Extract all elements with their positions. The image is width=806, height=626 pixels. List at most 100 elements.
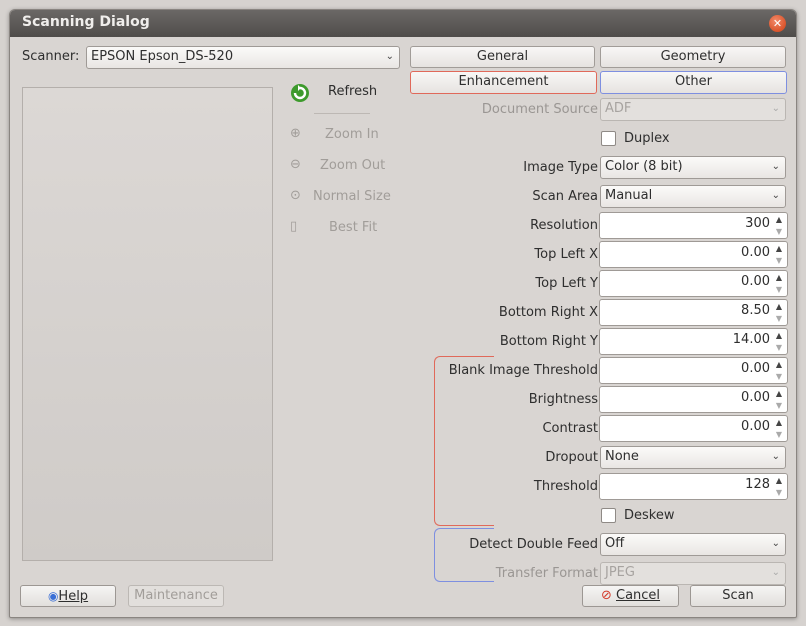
help-icon: ◉ xyxy=(47,589,59,603)
duplex-label: Duplex xyxy=(624,131,670,146)
bottom-right-y-spinner[interactable]: 14.00 ▲ ▼ xyxy=(599,328,788,355)
chevron-down-icon: ⌄ xyxy=(771,190,780,201)
brightness-value: 0.00 xyxy=(741,390,770,405)
bottom-right-x-label: Bottom Right X xyxy=(498,305,598,320)
contrast-value: 0.00 xyxy=(741,419,770,434)
tab-general[interactable]: General xyxy=(410,46,595,68)
resolution-spinner[interactable]: 300 ▲ ▼ xyxy=(599,212,788,239)
threshold-label: Threshold xyxy=(533,479,598,494)
blank-threshold-value: 0.00 xyxy=(741,361,770,376)
top-left-y-value: 0.00 xyxy=(741,274,770,289)
threshold-value: 128 xyxy=(745,477,770,492)
top-left-x-spinner[interactable]: 0.00 ▲ ▼ xyxy=(599,241,788,268)
scan-button[interactable]: Scan xyxy=(690,585,786,607)
detect-double-feed-select[interactable]: Off ⌄ xyxy=(600,533,786,556)
bottom-right-y-label: Bottom Right Y xyxy=(499,334,598,349)
threshold-spinner[interactable]: 128 ▲ ▼ xyxy=(599,473,788,500)
scan-area-label: Scan Area xyxy=(532,189,598,204)
chevron-up-icon[interactable]: ▲ xyxy=(774,273,784,283)
chevron-down-icon[interactable]: ▼ xyxy=(774,372,784,382)
enhancement-group-bracket xyxy=(434,356,494,526)
bottom-right-x-value: 8.50 xyxy=(741,303,770,318)
zoom-out-button[interactable]: Zoom Out xyxy=(320,158,385,173)
detect-double-feed-value: Off xyxy=(605,536,625,551)
image-type-select[interactable]: Color (8 bit) ⌄ xyxy=(600,156,786,179)
chevron-down-icon[interactable]: ▼ xyxy=(774,343,784,353)
chevron-down-icon: ⌄ xyxy=(385,51,394,62)
document-source-label: Document Source xyxy=(481,102,598,117)
chevron-up-icon[interactable]: ▲ xyxy=(774,244,784,254)
normal-size-icon: ⊙ xyxy=(290,188,301,203)
chevron-up-icon[interactable]: ▲ xyxy=(774,302,784,312)
scan-area-select[interactable]: Manual ⌄ xyxy=(600,185,786,208)
zoom-in-button[interactable]: Zoom In xyxy=(325,127,379,142)
image-type-value: Color (8 bit) xyxy=(605,159,683,174)
top-left-y-label: Top Left Y xyxy=(535,276,598,291)
deskew-label: Deskew xyxy=(624,508,675,523)
chevron-up-icon[interactable]: ▲ xyxy=(774,331,784,341)
chevron-down-icon[interactable]: ▼ xyxy=(774,227,784,237)
chevron-down-icon[interactable]: ▼ xyxy=(774,488,784,498)
chevron-up-icon[interactable]: ▲ xyxy=(774,215,784,225)
document-source-value: ADF xyxy=(605,101,632,116)
chevron-down-icon: ⌄ xyxy=(771,538,780,549)
chevron-up-icon[interactable]: ▲ xyxy=(774,360,784,370)
help-button[interactable]: ◉Help xyxy=(20,585,116,607)
document-source-select[interactable]: ADF ⌄ xyxy=(600,98,786,121)
chevron-down-icon[interactable]: ▼ xyxy=(774,285,784,295)
dropout-value: None xyxy=(605,449,639,464)
blank-threshold-spinner[interactable]: 0.00 ▲ ▼ xyxy=(599,357,788,384)
tab-geometry[interactable]: Geometry xyxy=(600,46,786,68)
contrast-label: Contrast xyxy=(542,421,598,436)
chevron-down-icon[interactable]: ▼ xyxy=(774,401,784,411)
zoom-in-icon: ⊕ xyxy=(290,126,301,141)
cancel-button[interactable]: ⊘ Cancel xyxy=(582,585,679,607)
dropout-select[interactable]: None ⌄ xyxy=(600,446,786,469)
contrast-spinner[interactable]: 0.00 ▲ ▼ xyxy=(599,415,788,442)
chevron-down-icon[interactable]: ▼ xyxy=(774,256,784,266)
best-fit-icon: ▯ xyxy=(290,219,298,234)
preview-area[interactable] xyxy=(22,87,273,561)
cancel-icon: ⊘ xyxy=(600,588,612,603)
top-left-y-spinner[interactable]: 0.00 ▲ ▼ xyxy=(599,270,788,297)
toolbar-separator xyxy=(314,113,370,114)
refresh-icon[interactable] xyxy=(289,82,311,104)
brightness-spinner[interactable]: 0.00 ▲ ▼ xyxy=(599,386,788,413)
chevron-down-icon[interactable]: ▼ xyxy=(774,314,784,324)
best-fit-button[interactable]: Best Fit xyxy=(329,220,377,235)
blank-threshold-label: Blank Image Threshold xyxy=(448,363,598,378)
chevron-up-icon[interactable]: ▲ xyxy=(774,389,784,399)
chevron-down-icon[interactable]: ▼ xyxy=(774,430,784,440)
deskew-checkbox[interactable] xyxy=(601,508,616,523)
chevron-down-icon: ⌄ xyxy=(771,451,780,462)
bottom-right-y-value: 14.00 xyxy=(732,332,770,347)
resolution-value: 300 xyxy=(745,216,770,231)
dropout-label: Dropout xyxy=(545,450,598,465)
image-type-label: Image Type xyxy=(523,160,598,175)
close-icon[interactable]: ✕ xyxy=(769,15,786,32)
brightness-label: Brightness xyxy=(528,392,598,407)
top-left-x-label: Top Left X xyxy=(534,247,598,262)
chevron-up-icon[interactable]: ▲ xyxy=(774,418,784,428)
title-bar[interactable]: Scanning Dialog ✕ xyxy=(10,10,796,37)
scan-area-value: Manual xyxy=(605,188,653,203)
window-title: Scanning Dialog xyxy=(22,14,150,30)
chevron-up-icon[interactable]: ▲ xyxy=(774,476,784,486)
refresh-button[interactable]: Refresh xyxy=(328,84,377,99)
tab-enhancement[interactable]: Enhancement xyxy=(410,71,597,94)
transfer-format-label: Transfer Format xyxy=(495,566,598,581)
cancel-label: Cancel xyxy=(616,588,661,603)
scanner-select[interactable]: EPSON Epson_DS-520 ⌄ xyxy=(86,46,400,69)
tab-other[interactable]: Other xyxy=(600,71,787,94)
scanner-value: EPSON Epson_DS-520 xyxy=(91,49,234,64)
transfer-format-value: JPEG xyxy=(605,565,635,580)
chevron-down-icon: ⌄ xyxy=(771,567,780,578)
detect-double-feed-label: Detect Double Feed xyxy=(469,537,598,552)
transfer-format-select[interactable]: JPEG ⌄ xyxy=(600,562,786,585)
normal-size-button[interactable]: Normal Size xyxy=(313,189,391,204)
duplex-checkbox[interactable] xyxy=(601,131,616,146)
bottom-right-x-spinner[interactable]: 8.50 ▲ ▼ xyxy=(599,299,788,326)
top-left-x-value: 0.00 xyxy=(741,245,770,260)
help-label: Help xyxy=(58,589,89,604)
maintenance-button[interactable]: Maintenance xyxy=(128,585,224,607)
